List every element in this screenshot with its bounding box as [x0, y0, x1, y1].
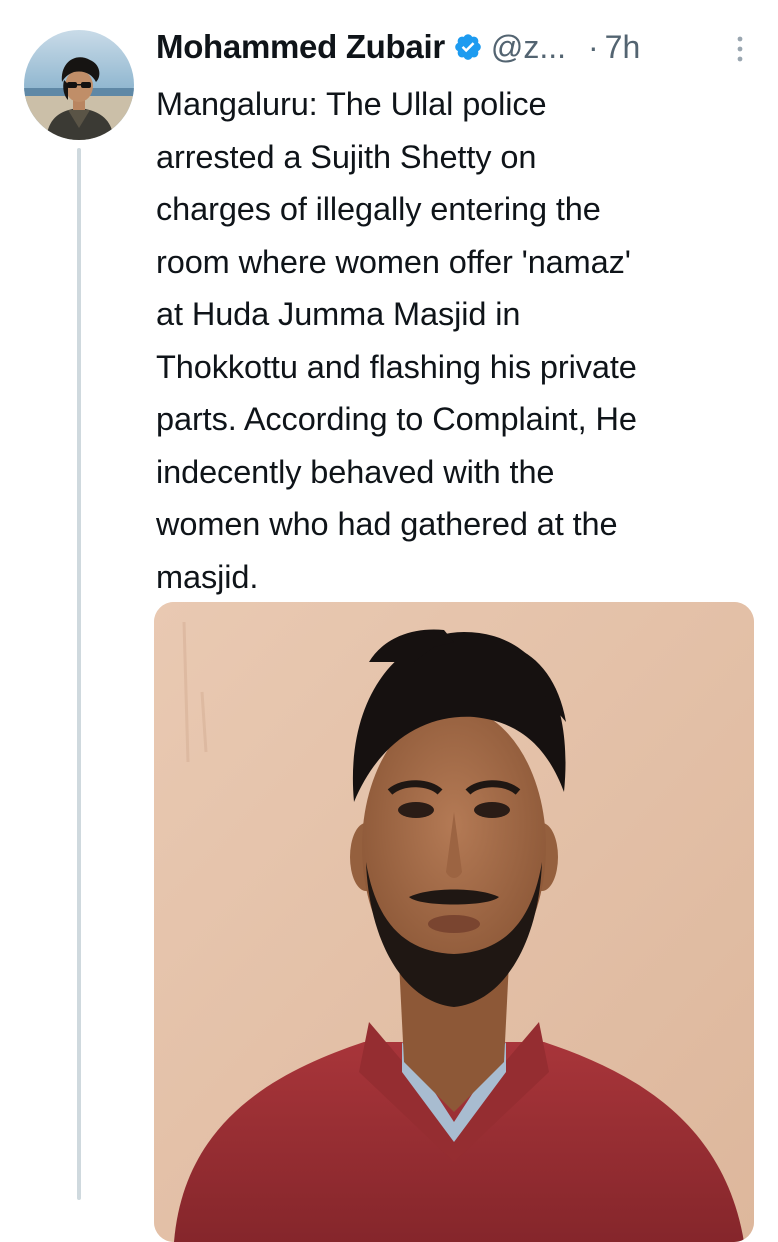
author-avatar[interactable] — [24, 30, 134, 140]
avatar-image — [24, 30, 134, 140]
more-vertical-icon[interactable] — [730, 32, 750, 66]
tweet-text: Mangaluru: The Ullal police arrested a S… — [156, 78, 766, 603]
tweet-media-photo[interactable] — [154, 602, 754, 1242]
tweet-timestamp[interactable]: 7h — [605, 29, 641, 66]
tweet-text-line: Thokkottu and flashing his private — [156, 348, 637, 385]
tweet-text-line: charges of illegally entering the — [156, 191, 601, 227]
verified-badge-icon — [453, 32, 483, 62]
tweet-text-line: at Huda Jumma Masjid in — [156, 296, 521, 332]
author-name[interactable]: Mohammed Zubair — [156, 28, 445, 66]
tweet-text-line: Mangaluru: The Ullal police — [156, 86, 547, 122]
photo-image — [154, 602, 754, 1242]
tweet-text-line: room where women offer 'namaz' — [156, 243, 631, 280]
tweet-header: Mohammed Zubair @z... · 7h — [156, 22, 756, 72]
author-handle[interactable]: @z... — [491, 29, 566, 66]
tweet-text-line: indecently behaved with the — [156, 453, 555, 490]
tweet-text-line: parts. According to Complaint, He — [156, 401, 637, 437]
header-separator: · — [588, 28, 599, 65]
thread-connector-line — [77, 148, 81, 1200]
tweet-text-line: masjid. — [156, 558, 259, 595]
tweet-text-line: women who had gathered at the — [156, 506, 618, 542]
tweet-text-line: arrested a Sujith Shetty on — [156, 138, 537, 175]
